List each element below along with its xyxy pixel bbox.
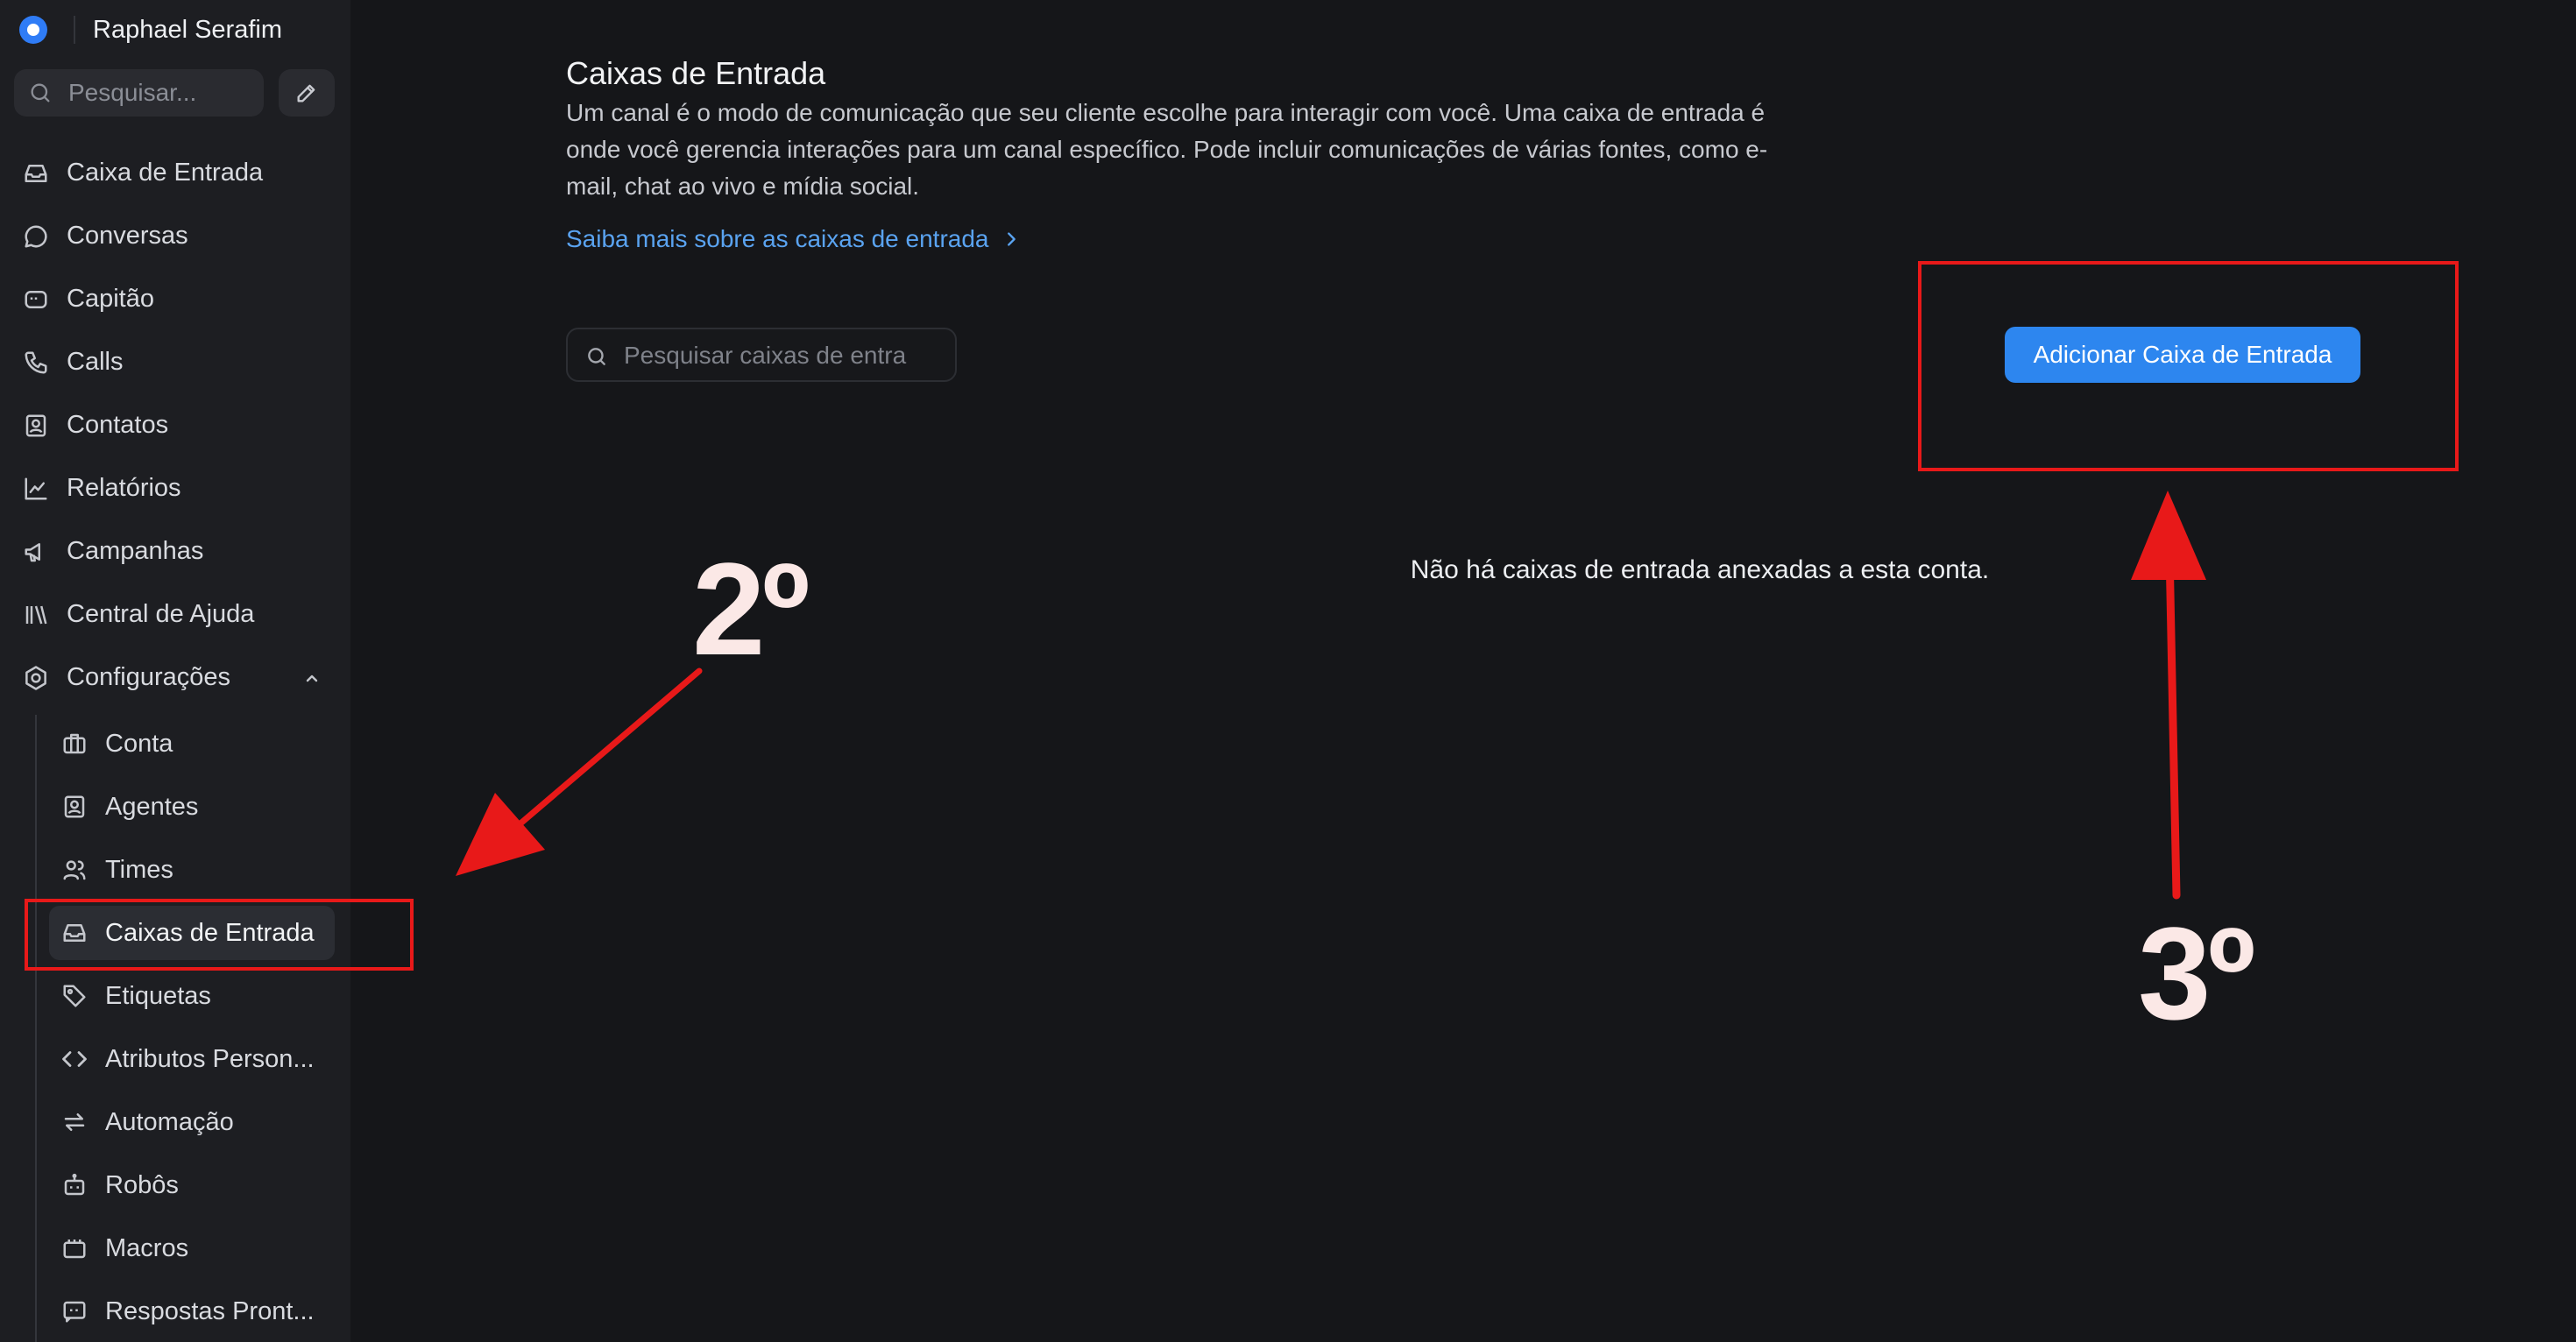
phone-icon <box>23 350 49 376</box>
pencil-icon <box>294 81 319 105</box>
account-name: Raphael Serafim <box>93 16 282 44</box>
step-label-2: 2º <box>692 535 810 682</box>
settings-item-agents[interactable]: Agentes <box>49 780 335 834</box>
account-header[interactable]: Raphael Serafim <box>0 0 350 60</box>
sidebar-item-help-center[interactable]: Central de Ajuda <box>0 589 350 639</box>
settings-item-label: Atributos Person... <box>105 1045 315 1073</box>
sidebar-item-label: Contatos <box>67 411 169 439</box>
settings-item-label: Respostas Pront... <box>105 1297 315 1325</box>
agent-icon <box>61 794 88 820</box>
sidebar-item-label: Configurações <box>67 663 230 691</box>
settings-item-macros[interactable]: Macros <box>49 1221 335 1275</box>
canned-response-icon <box>61 1298 88 1324</box>
team-icon <box>61 857 88 883</box>
sidebar-item-conversations[interactable]: Conversas <box>0 210 350 261</box>
macro-icon <box>61 1235 88 1261</box>
highlight-box-add-button <box>1918 261 2459 471</box>
settings-item-label: Automação <box>105 1108 234 1136</box>
learn-more-label: Saiba mais sobre as caixas de entrada <box>566 225 989 252</box>
megaphone-icon <box>23 539 49 565</box>
sidebar-item-label: Calls <box>67 348 124 376</box>
settings-item-labels[interactable]: Etiquetas <box>49 969 335 1023</box>
settings-item-label: Agentes <box>105 793 199 821</box>
captain-icon <box>23 286 49 313</box>
tag-icon <box>61 983 88 1009</box>
divider <box>74 16 75 44</box>
settings-item-custom-attributes[interactable]: Atributos Person... <box>49 1032 335 1086</box>
library-icon <box>23 602 49 628</box>
sidebar-item-contacts[interactable]: Contatos <box>0 399 350 450</box>
settings-item-account[interactable]: Conta <box>49 717 335 771</box>
inbox-search-input[interactable] <box>622 338 929 373</box>
code-icon <box>61 1046 88 1072</box>
sidebar-item-label: Central de Ajuda <box>67 600 255 628</box>
settings-item-label: Conta <box>105 730 173 758</box>
settings-item-automation[interactable]: Automação <box>49 1095 335 1149</box>
settings-icon <box>23 665 49 691</box>
search-icon <box>585 345 608 368</box>
sidebar-item-calls[interactable]: Calls <box>0 336 350 387</box>
search-icon <box>28 81 53 105</box>
briefcase-icon <box>61 731 88 757</box>
sidebar-item-label: Capitão <box>67 285 154 313</box>
empty-state: Não há caixas de entrada anexadas a esta… <box>350 554 2576 587</box>
inbox-search[interactable] <box>566 328 957 382</box>
sidebar: Raphael Serafim Pesquisar... Caixa de En… <box>0 0 350 1342</box>
sidebar-item-captain[interactable]: Capitão <box>0 273 350 324</box>
sidebar-item-label: Campanhas <box>67 537 204 565</box>
sidebar-item-inbox[interactable]: Caixa de Entrada <box>0 147 350 198</box>
contact-card-icon <box>23 413 49 439</box>
settings-item-bots[interactable]: Robôs <box>49 1158 335 1212</box>
chat-bubble-icon <box>23 223 49 250</box>
sidebar-item-reports[interactable]: Relatórios <box>0 463 350 513</box>
submenu-guide-line <box>35 715 37 1342</box>
settings-item-canned-responses[interactable]: Respostas Pront... <box>49 1284 335 1338</box>
settings-item-label: Macros <box>105 1234 189 1262</box>
highlight-box-inboxes <box>25 899 414 971</box>
sidebar-search-placeholder: Pesquisar... <box>68 79 197 106</box>
sidebar-item-campaigns[interactable]: Campanhas <box>0 526 350 576</box>
sidebar-item-label: Caixa de Entrada <box>67 159 264 187</box>
main-content: Caixas de Entrada Um canal é o modo de c… <box>350 0 2576 1342</box>
page-description: Um canal é o modo de comunicação que seu… <box>566 99 1768 200</box>
compose-button[interactable] <box>279 69 335 117</box>
page-title: Caixas de Entrada <box>566 55 826 92</box>
bot-icon <box>61 1172 88 1198</box>
sidebar-item-label: Relatórios <box>67 474 181 502</box>
sidebar-item-label: Conversas <box>67 222 188 250</box>
sidebar-item-settings[interactable]: Configurações <box>0 652 350 703</box>
inbox-icon <box>23 160 49 187</box>
line-chart-icon <box>23 476 49 502</box>
settings-item-label: Times <box>105 856 173 884</box>
settings-item-label: Robôs <box>105 1171 179 1199</box>
learn-more-link[interactable]: Saiba mais sobre as caixas de entrada <box>566 223 1021 255</box>
settings-item-teams[interactable]: Times <box>49 843 335 897</box>
chevron-up-icon <box>301 667 322 689</box>
brand-logo <box>19 16 47 44</box>
settings-item-label: Etiquetas <box>105 982 211 1010</box>
step-label-3: 3º <box>2138 900 2255 1047</box>
empty-state-message: Não há caixas de entrada anexadas a esta… <box>1410 555 1990 584</box>
automation-icon <box>61 1109 88 1135</box>
sidebar-search[interactable]: Pesquisar... <box>14 69 264 117</box>
chevron-right-icon <box>1001 230 1021 249</box>
